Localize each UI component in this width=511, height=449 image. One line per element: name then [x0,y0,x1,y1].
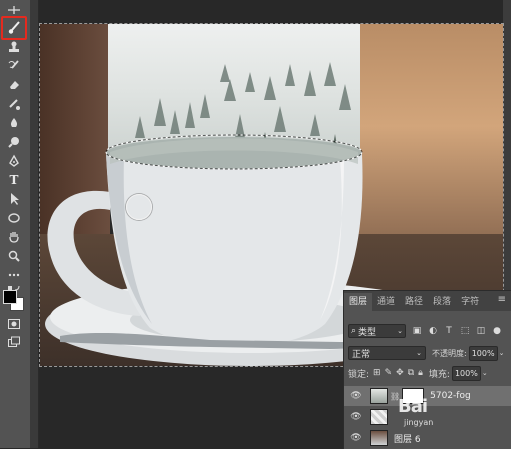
type-icon[interactable]: T [3,172,25,188]
brush-icon[interactable] [3,20,25,36]
zoom-icon[interactable] [3,248,25,264]
type-tool-label: T [9,173,19,187]
quick-mask-icon[interactable] [3,316,25,332]
layer-name: 图层 6 [394,434,421,445]
pixel-filter-icon[interactable]: ▣ [412,326,422,336]
eraser-icon[interactable] [3,77,25,93]
path-selection-icon[interactable] [3,191,25,207]
lock-position-icon[interactable]: ✥ [396,368,404,378]
tab-character[interactable]: 字符 [456,293,484,311]
lock-artboard-icon[interactable]: ⧉ [408,368,414,378]
gradient-icon[interactable] [3,96,25,112]
chevron-down-icon[interactable]: ⌄ [482,369,488,377]
fill-label: 填充: [428,369,450,380]
chevron-down-icon: ⌄ [416,349,422,357]
fill-input[interactable]: 100% [451,365,481,381]
lock-pixels-icon[interactable]: ✎ [385,368,393,378]
tools-panel: T [0,0,31,448]
watermark-subtext: jingyan [404,418,434,427]
eye-icon[interactable]: 👁︎ [350,433,362,443]
history-brush-icon[interactable] [3,58,25,74]
panel-menu-icon[interactable]: ≡ [498,294,506,305]
eye-icon[interactable]: 👁︎ [350,412,362,422]
layer-row[interactable]: 👁︎ 图层 6 [344,428,511,448]
layer-thumbnail [370,409,388,425]
tab-channels[interactable]: 通道 [372,293,400,311]
chevron-down-icon[interactable]: ⌄ [499,349,505,357]
smart-object-filter-icon[interactable]: ◫ [476,326,486,336]
blur-icon[interactable] [3,115,25,131]
filter-toggle-icon[interactable]: ● [492,326,502,336]
search-icon: ⌕ [351,326,357,336]
opacity-label: 不透明度: [432,348,467,358]
scrollbar-strip[interactable] [503,0,511,290]
blend-row: 正常 ⌄ 不透明度: 100% ⌄ [348,345,508,361]
tab-paths[interactable]: 路径 [400,293,428,311]
type-filter-icon[interactable]: T [444,326,454,336]
ellipse-icon[interactable] [3,210,25,226]
hand-icon[interactable] [3,229,25,245]
opacity-input[interactable]: 100% [468,345,498,361]
vertical-ruler [30,0,39,448]
blend-mode-value: 正常 [352,349,371,360]
panel-tabs: 图层 通道 路径 段落 字符 [344,291,511,311]
chevron-down-icon: ⌄ [397,327,403,335]
shape-filter-icon[interactable]: ⬚ [460,326,470,336]
stamp-icon[interactable] [3,39,25,55]
layer-name: 5702-fog [430,391,471,401]
layer-row[interactable]: 👁︎ ⛓︎ 5702-fog [344,386,511,406]
screen-mode-icon[interactable] [3,334,25,350]
filter-label: 类型 [358,327,377,338]
layer-filter-select[interactable]: ⌕ 类型 ⌄ [348,324,406,338]
adjustment-filter-icon[interactable]: ◐ [428,326,438,336]
tab-paragraph[interactable]: 段落 [428,293,456,311]
lock-transparent-icon[interactable]: ⊞ [373,368,381,378]
lock-all-icon[interactable]: 🔒︎ [418,368,423,378]
layer-thumbnail [370,388,388,404]
lock-label: 锁定: [348,369,370,380]
pen-icon[interactable] [3,153,25,169]
layer-thumbnail [370,430,388,446]
lock-row: 锁定: ⊞ ✎ ✥ ⧉ 🔒︎ 填充: 100% ⌄ [348,365,508,381]
layer-filter-row: ⌕ 类型 ⌄ ▣ ◐ T ⬚ ◫ ● [348,323,508,339]
tab-layers[interactable]: 图层 [344,293,373,311]
eye-icon[interactable]: 👁︎ [350,391,362,401]
brush-cursor [126,194,152,220]
dodge-icon[interactable] [3,134,25,150]
watermark-logo: Bai [398,396,428,417]
foreground-color-swatch[interactable] [3,290,17,304]
blend-mode-select[interactable]: 正常 ⌄ [348,346,426,360]
